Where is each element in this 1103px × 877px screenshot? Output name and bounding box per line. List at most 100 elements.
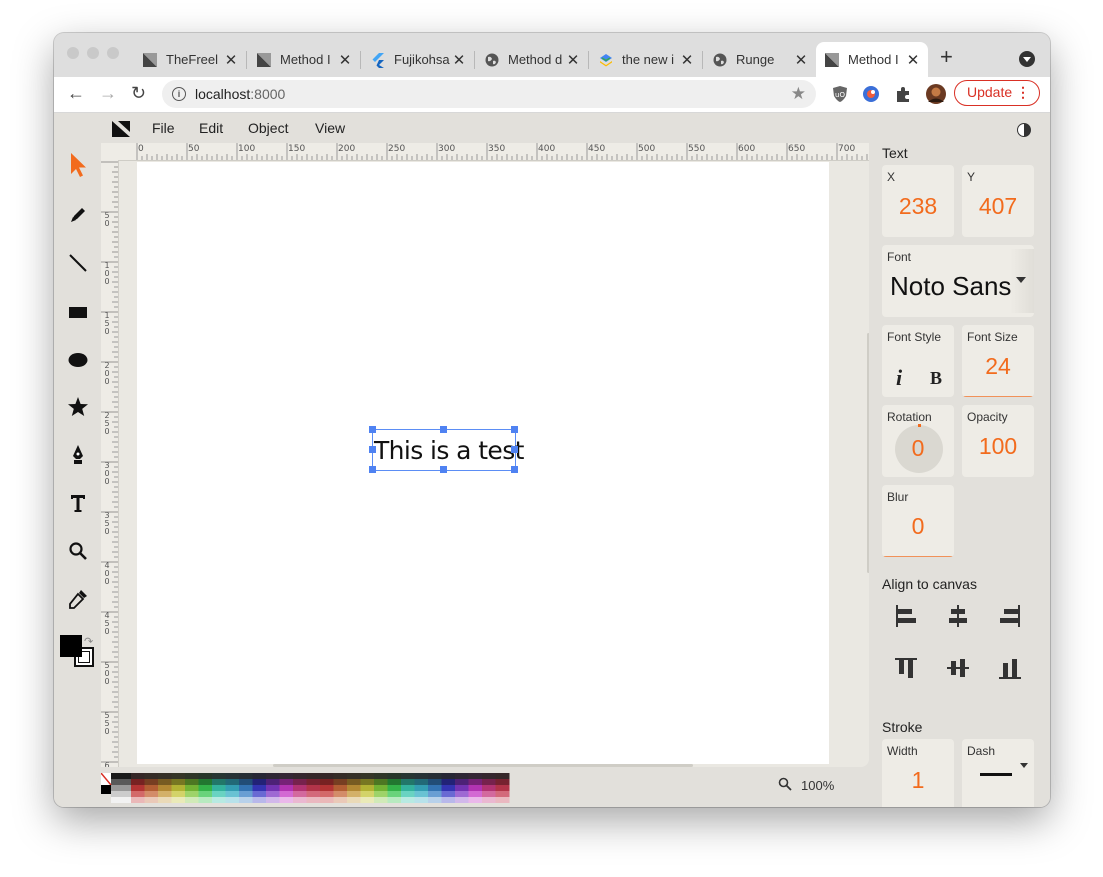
zoom-indicator[interactable]: 100% bbox=[778, 777, 834, 794]
line-tool-icon[interactable] bbox=[66, 251, 90, 275]
palette-swatch[interactable] bbox=[239, 779, 253, 786]
palette-swatch[interactable] bbox=[333, 773, 348, 780]
palette-swatch[interactable] bbox=[293, 791, 307, 798]
palette-swatch[interactable] bbox=[158, 791, 172, 798]
palette-swatch[interactable] bbox=[252, 779, 267, 786]
palette-swatch[interactable] bbox=[185, 779, 199, 786]
palette-swatch[interactable] bbox=[360, 773, 375, 780]
palette-swatch[interactable] bbox=[131, 791, 145, 798]
palette-swatch[interactable] bbox=[266, 779, 280, 786]
eyedropper-tool-icon[interactable] bbox=[66, 587, 90, 611]
palette-swatch[interactable] bbox=[131, 779, 145, 786]
palette-swatch[interactable] bbox=[360, 779, 375, 786]
palette-swatch[interactable] bbox=[225, 773, 240, 780]
zoom-tool-icon[interactable] bbox=[66, 539, 90, 563]
rectangle-tool-icon[interactable] bbox=[66, 300, 90, 324]
reload-button[interactable]: ↻ bbox=[131, 83, 146, 104]
palette-swatch[interactable] bbox=[347, 797, 361, 804]
ellipse-tool-icon[interactable] bbox=[66, 348, 90, 372]
palette-swatch[interactable] bbox=[266, 773, 280, 780]
palette-swatch[interactable] bbox=[441, 797, 456, 804]
star-tool-icon[interactable] bbox=[66, 395, 90, 419]
menu-object[interactable]: Object bbox=[248, 120, 288, 136]
palette-swatch[interactable] bbox=[306, 779, 321, 786]
palette-swatch[interactable] bbox=[482, 785, 496, 792]
palette-swatch[interactable] bbox=[185, 773, 199, 780]
close-tab-icon[interactable]: ✕ bbox=[566, 51, 580, 69]
palette-swatch[interactable] bbox=[279, 773, 294, 780]
resize-handle-e[interactable] bbox=[511, 446, 518, 453]
opacity-field[interactable]: Opacity 100 bbox=[962, 405, 1034, 477]
palette-swatch[interactable] bbox=[455, 773, 469, 780]
black-swatch[interactable] bbox=[101, 785, 111, 794]
align-center-vertical-icon[interactable] bbox=[945, 655, 971, 681]
palette-swatch[interactable] bbox=[495, 773, 510, 780]
palette-swatch[interactable] bbox=[293, 773, 307, 780]
palette-swatch[interactable] bbox=[482, 773, 496, 780]
resize-handle-s[interactable] bbox=[440, 466, 447, 473]
palette-swatch[interactable] bbox=[428, 773, 442, 780]
tab-search-button[interactable] bbox=[1019, 51, 1035, 67]
horizontal-scrollbar[interactable] bbox=[273, 764, 693, 767]
palette-swatch[interactable] bbox=[414, 797, 429, 804]
align-bottom-icon[interactable] bbox=[997, 655, 1023, 681]
address-bar[interactable]: i localhost:8000 ★ bbox=[162, 80, 816, 108]
palette-swatch[interactable] bbox=[347, 773, 361, 780]
palette-swatch[interactable] bbox=[171, 779, 186, 786]
swap-colors-icon[interactable]: ↷ bbox=[84, 635, 93, 648]
palette-swatch[interactable] bbox=[495, 797, 510, 804]
palette-gray-swatch[interactable] bbox=[111, 797, 131, 804]
font-field[interactable]: Font Noto Sans bbox=[882, 245, 1034, 317]
canvas-viewport[interactable]: 0 50 100 150 200 250 300 350 400 450 500… bbox=[101, 143, 869, 767]
palette-swatch[interactable] bbox=[212, 785, 226, 792]
palette-swatch[interactable] bbox=[360, 797, 375, 804]
palette-swatch[interactable] bbox=[171, 773, 186, 780]
palette-swatch[interactable] bbox=[212, 797, 226, 804]
palette-swatch[interactable] bbox=[171, 797, 186, 804]
palette-swatch[interactable] bbox=[414, 773, 429, 780]
palette-swatch[interactable] bbox=[482, 791, 496, 798]
palette-swatch[interactable] bbox=[293, 779, 307, 786]
palette-swatch[interactable] bbox=[320, 785, 334, 792]
palette-swatch[interactable] bbox=[212, 779, 226, 786]
palette-swatch[interactable] bbox=[144, 785, 159, 792]
palette-swatch[interactable] bbox=[198, 779, 213, 786]
align-top-icon[interactable] bbox=[893, 655, 919, 681]
palette-swatch[interactable] bbox=[306, 785, 321, 792]
palette-swatch[interactable] bbox=[387, 791, 402, 798]
palette-swatch[interactable] bbox=[428, 791, 442, 798]
palette-swatch[interactable] bbox=[414, 779, 429, 786]
palette-swatch[interactable] bbox=[239, 785, 253, 792]
tab-4[interactable]: the new i ✕ bbox=[590, 42, 702, 77]
forward-button[interactable]: → bbox=[99, 83, 117, 104]
palette-swatch[interactable] bbox=[468, 785, 483, 792]
palette-swatch[interactable] bbox=[320, 791, 334, 798]
menu-view[interactable]: View bbox=[315, 120, 345, 136]
font-size-field[interactable]: Font Size 24 bbox=[962, 325, 1034, 397]
profile-avatar[interactable] bbox=[925, 83, 947, 105]
palette-swatch[interactable] bbox=[144, 791, 159, 798]
palette-swatch[interactable] bbox=[374, 791, 388, 798]
tab-2[interactable]: Fujikohsa ✕ bbox=[362, 42, 474, 77]
palette-swatch[interactable] bbox=[347, 785, 361, 792]
fill-stroke-swatch[interactable]: ↷ bbox=[60, 635, 98, 673]
palette-swatch[interactable] bbox=[428, 797, 442, 804]
palette-swatch[interactable] bbox=[131, 785, 145, 792]
palette-swatch[interactable] bbox=[387, 779, 402, 786]
text-tool-icon[interactable] bbox=[66, 491, 90, 515]
palette-swatch[interactable] bbox=[279, 797, 294, 804]
palette-swatch[interactable] bbox=[495, 785, 510, 792]
palette-swatch[interactable] bbox=[225, 797, 240, 804]
tab-1[interactable]: Method I ✕ bbox=[248, 42, 360, 77]
palette-swatch[interactable] bbox=[320, 797, 334, 804]
palette-swatch[interactable] bbox=[441, 785, 456, 792]
palette-swatch[interactable] bbox=[401, 773, 415, 780]
palette-swatch[interactable] bbox=[198, 773, 213, 780]
palette-swatch[interactable] bbox=[198, 791, 213, 798]
palette-swatch[interactable] bbox=[306, 791, 321, 798]
palette-swatch[interactable] bbox=[468, 779, 483, 786]
close-tab-icon[interactable]: ✕ bbox=[680, 51, 694, 69]
palette-swatch[interactable] bbox=[347, 779, 361, 786]
resize-handle-ne[interactable] bbox=[511, 426, 518, 433]
palette-swatch[interactable] bbox=[279, 785, 294, 792]
